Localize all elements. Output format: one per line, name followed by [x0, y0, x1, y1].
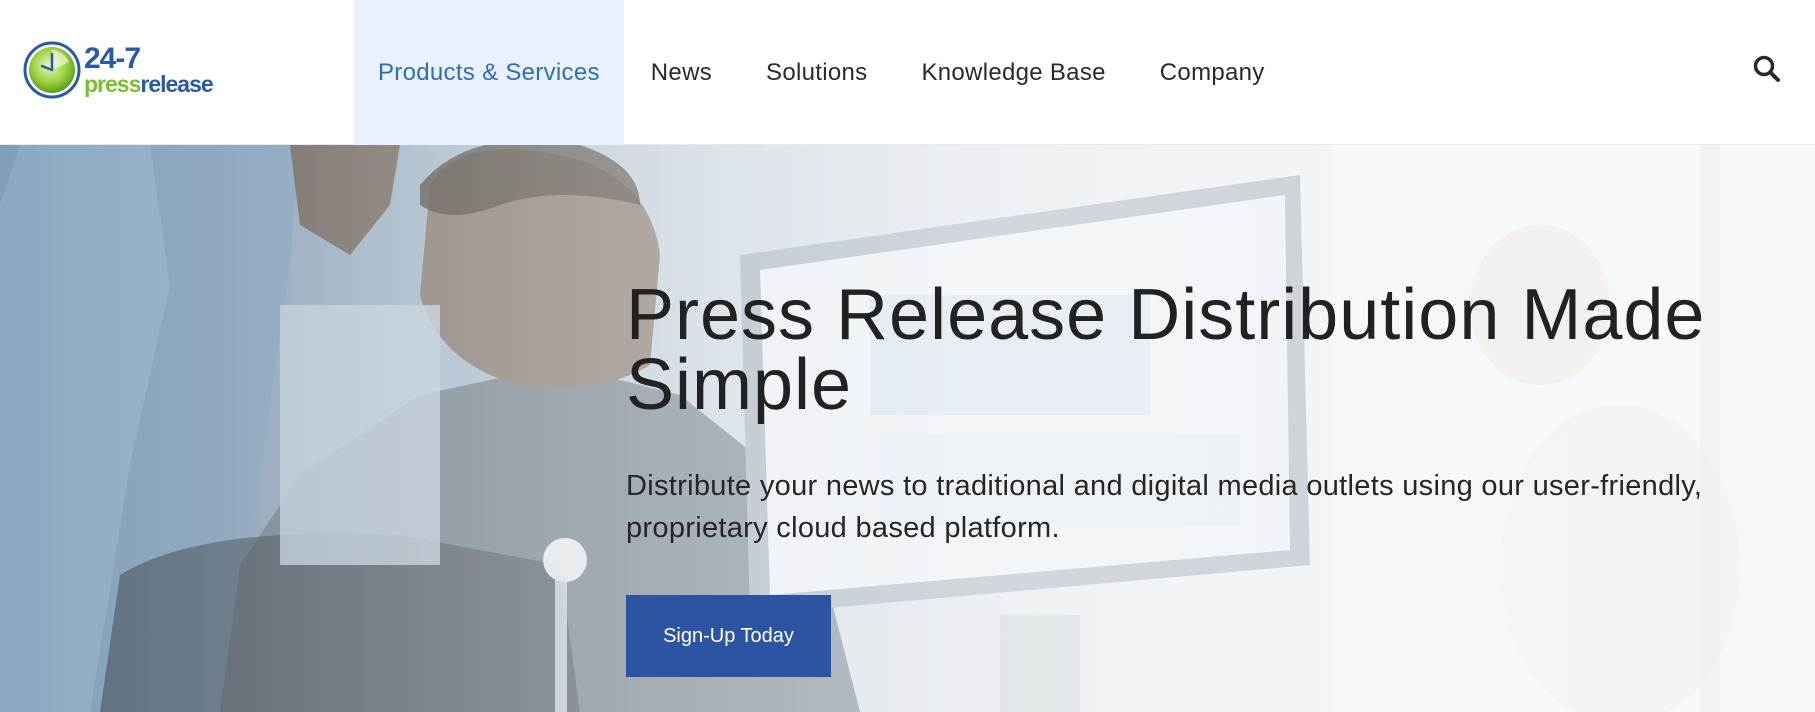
sign-up-button[interactable]: Sign-Up Today: [626, 595, 831, 677]
hero-section: Press Release Distribution Made Simple D…: [0, 145, 1815, 712]
nav-item-company[interactable]: Company: [1133, 0, 1292, 145]
logo-top-text: 24-7: [84, 42, 141, 75]
logo-press-text: press: [84, 71, 141, 97]
nav-item-solutions[interactable]: Solutions: [739, 0, 894, 145]
site-header: 24-7 pressrelease Products & Services Ne…: [0, 0, 1815, 145]
search-button[interactable]: [1752, 54, 1782, 84]
nav-item-news[interactable]: News: [624, 0, 739, 145]
nav-item-knowledge-base[interactable]: Knowledge Base: [894, 0, 1132, 145]
site-logo[interactable]: 24-7 pressrelease: [22, 38, 214, 102]
hero-overlay: [0, 145, 1815, 712]
hero-title: Press Release Distribution Made Simple: [626, 275, 1706, 425]
logo-wordmark: 24-7 pressrelease: [84, 42, 214, 97]
search-icon: [1753, 55, 1780, 82]
logo-release-text: release: [140, 71, 213, 97]
nav-item-products-services[interactable]: Products & Services: [354, 0, 624, 145]
clock-logo-icon: [23, 41, 81, 99]
logo-bottom-text: pressrelease: [84, 71, 214, 97]
hero-subtitle: Distribute your news to traditional and …: [626, 470, 1703, 544]
main-nav: Products & Services News Solutions Knowl…: [354, 0, 1292, 145]
